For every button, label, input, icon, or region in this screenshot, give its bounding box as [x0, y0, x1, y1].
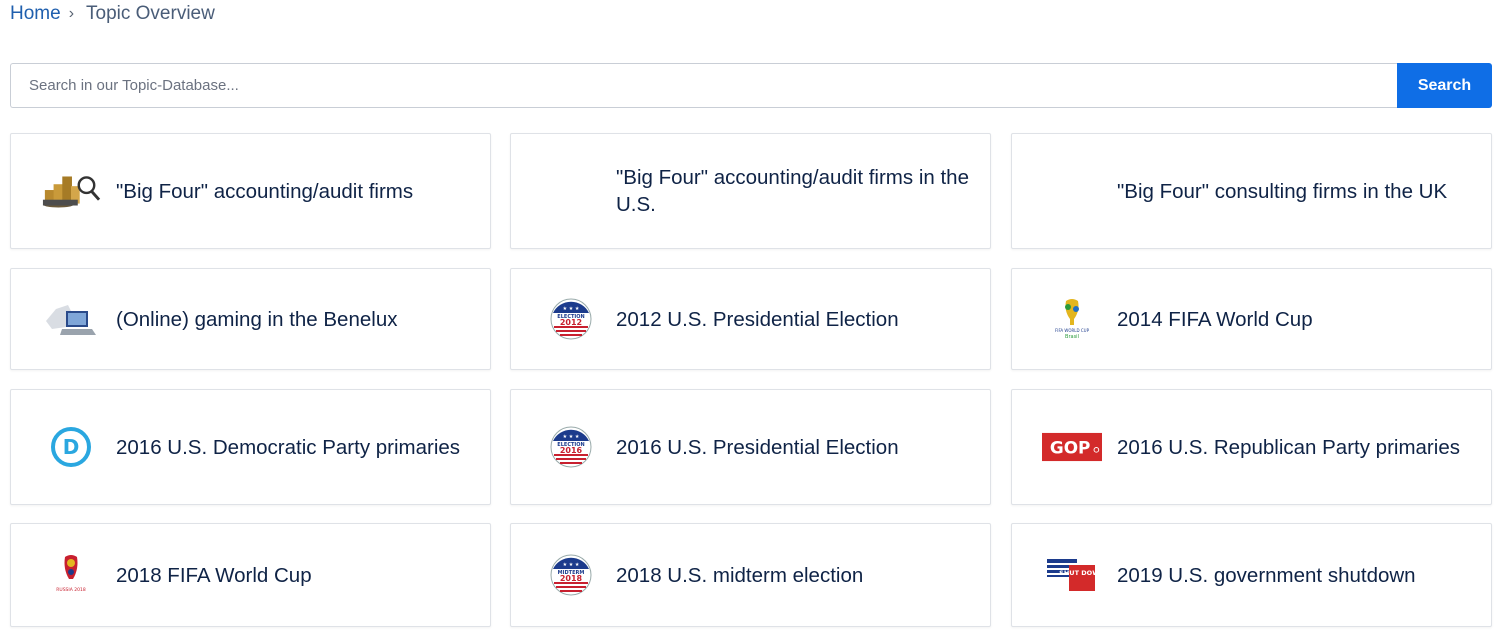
laptop-map-icon — [41, 296, 101, 342]
topic-card-online-gaming-benelux[interactable]: (Online) gaming in the Benelux — [10, 268, 491, 370]
shutdown-sign-icon: SHUT DOWN — [1042, 552, 1102, 598]
topic-card-2014-fifa[interactable]: FIFA WORLD CUP Brasil 2014 FIFA World Cu… — [1011, 268, 1492, 370]
gop-logo-icon: GOP — [1042, 424, 1102, 470]
breadcrumb: Home › Topic Overview — [10, 3, 215, 25]
topic-card-2016-republican-primaries[interactable]: GOP 2016 U.S. Republican Party primaries — [1011, 389, 1492, 505]
breadcrumb-current: Topic Overview — [86, 3, 215, 24]
topic-card-2016-democratic-primaries[interactable]: D 2016 U.S. Democratic Party primaries — [10, 389, 491, 505]
topic-label: 2014 FIFA World Cup — [1117, 307, 1313, 331]
topic-label: 2016 U.S. Democratic Party primaries — [116, 435, 461, 459]
search-input[interactable] — [10, 63, 1397, 108]
election-2012-badge-icon: ★ ★ ★ ELECTION 2012 — [541, 296, 601, 342]
topic-label: 2016 U.S. Presidential Election — [616, 435, 899, 459]
logo-text: D — [63, 435, 80, 459]
svg-text:★ ★ ★: ★ ★ ★ — [563, 562, 580, 568]
badge-year-text: 2016 — [560, 446, 583, 455]
badge-year-text: 2012 — [560, 318, 582, 327]
topic-card-2012-election[interactable]: ★ ★ ★ ELECTION 2012 2012 U.S. Presidenti… — [510, 268, 991, 370]
topic-label: 2018 U.S. midterm election — [616, 563, 864, 587]
logo-text: SHUT DOWN — [1059, 569, 1099, 577]
logo-sub-text: Brasil — [1065, 334, 1079, 340]
topic-card-2016-election[interactable]: ★ ★ ★ ELECTION 2016 2016 U.S. Presidenti… — [510, 389, 991, 505]
coins-magnifier-icon — [41, 168, 101, 214]
topic-card-big-four-us[interactable]: "Big Four" accounting/audit firms in the… — [510, 133, 991, 249]
svg-text:★ ★ ★: ★ ★ ★ — [563, 434, 580, 440]
topic-card-2018-fifa[interactable]: RUSSIA 2018 2018 FIFA World Cup — [10, 523, 491, 627]
fifa-world-cup-2014-icon: FIFA WORLD CUP Brasil — [1042, 296, 1102, 342]
midterm-2018-badge-icon: ★ ★ ★ MIDTERM 2018 — [541, 552, 601, 598]
topic-label: (Online) gaming in the Benelux — [116, 307, 398, 331]
topic-label: 2016 U.S. Republican Party primaries — [1117, 435, 1460, 459]
logo-text: GOP — [1050, 438, 1091, 458]
breadcrumb-separator: › — [68, 5, 75, 22]
fifa-world-cup-2018-icon: RUSSIA 2018 — [41, 552, 101, 598]
topic-label: 2019 U.S. government shutdown — [1117, 563, 1416, 587]
topic-label: 2018 FIFA World Cup — [116, 563, 312, 587]
search-bar: Search — [10, 63, 1492, 108]
election-2016-badge-icon: ★ ★ ★ ELECTION 2016 — [541, 424, 601, 470]
topic-card-big-four-consulting-uk[interactable]: "Big Four" consulting firms in the UK — [1011, 133, 1492, 249]
search-button[interactable]: Search — [1397, 63, 1492, 108]
badge-year-text: 2018 — [560, 574, 583, 583]
topic-label: "Big Four" consulting firms in the UK — [1117, 179, 1448, 203]
topic-label: 2012 U.S. Presidential Election — [616, 307, 899, 331]
topic-card-big-four-audit[interactable]: "Big Four" accounting/audit firms — [10, 133, 491, 249]
logo-sub-text: RUSSIA 2018 — [56, 587, 86, 593]
topic-label: "Big Four" accounting/audit firms — [116, 179, 414, 203]
topic-card-2018-midterm[interactable]: ★ ★ ★ MIDTERM 2018 2018 U.S. midterm ele… — [510, 523, 991, 627]
breadcrumb-home-link[interactable]: Home — [10, 3, 61, 25]
democratic-party-logo-icon: D — [41, 424, 101, 470]
topic-label: "Big Four" accounting/audit firms in the… — [616, 166, 969, 216]
logo-text: FIFA WORLD CUP — [1055, 328, 1090, 333]
topic-card-2019-shutdown[interactable]: SHUT DOWN 2019 U.S. government shutdown — [1011, 523, 1492, 627]
svg-text:★ ★ ★: ★ ★ ★ — [563, 306, 580, 312]
